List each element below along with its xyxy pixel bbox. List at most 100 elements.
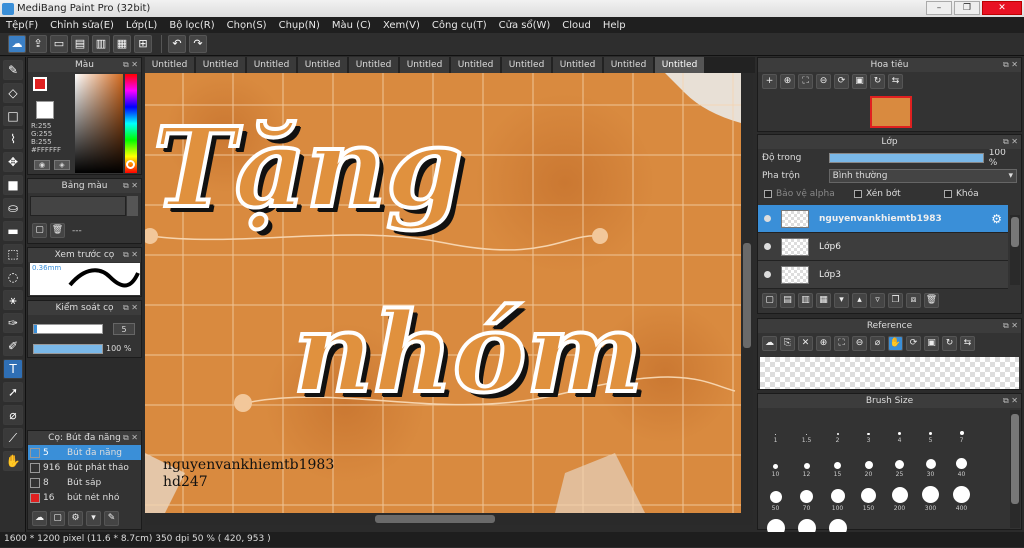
brush-size-option[interactable]: 25 [884,444,915,478]
layer-opacity-slider[interactable] [829,153,984,163]
brush-size-option[interactable]: 20 [853,444,884,478]
brush-size-option[interactable]: 150 [853,478,884,512]
gradient-tool-icon[interactable]: ▬ [3,221,23,241]
brush-size-option[interactable]: 10 [760,444,791,478]
select-pen-tool-icon[interactable]: ✑ [3,313,23,333]
hue-handle[interactable] [126,160,135,169]
panel-menu-icon[interactable]: ⧉ ✕ [1003,394,1018,408]
primary-color-swatch[interactable] [33,77,47,91]
brush-size-option[interactable]: 1 [760,410,791,444]
nav-flip-icon[interactable]: ⇆ [888,74,903,89]
brush-size-option[interactable]: 100 [822,478,853,512]
brush-settings-icon[interactable]: ⚙ [68,511,83,526]
add-brush-icon[interactable]: ☁ [32,511,47,526]
brush-edit-icon[interactable]: ✎ [104,511,119,526]
tab-untitled[interactable]: Untitled [247,57,297,73]
tab-untitled[interactable]: Untitled [400,57,450,73]
fill-rect-tool-icon[interactable]: ■ [3,175,23,195]
comment-icon[interactable]: ▭ [50,35,68,53]
brush-size-option[interactable]: 300 [915,478,946,512]
brush-size-option[interactable]: 70 [791,478,822,512]
rectangle-tool-icon[interactable]: □ [3,106,23,126]
visibility-eye-icon[interactable] [764,215,771,222]
clipping-checkbox[interactable] [854,190,862,198]
delete-palette-icon[interactable]: 🗑 [50,223,65,238]
layer-row[interactable]: Lớp6 [758,233,1008,261]
protect-alpha-checkbox[interactable] [764,190,772,198]
brush-list-item[interactable]: 16 bút nét nhỏ [28,490,141,505]
nav-reset-icon[interactable]: ↻ [870,74,885,89]
eyedropper-tool-icon[interactable]: ⌀ [3,405,23,425]
panel-menu-icon[interactable]: ⧉ ✕ [123,301,138,315]
nav-zoom-in-icon[interactable]: + [762,74,777,89]
duplicate-layer-icon[interactable]: ❐ [888,293,903,308]
merge-layer-icon[interactable]: ⧈ [906,293,921,308]
palette-scrollbar[interactable] [127,196,138,216]
menu-select[interactable]: Chọn(S) [221,20,273,31]
menu-filter[interactable]: Bộ lọc(R) [163,20,220,31]
brush-size-option[interactable]: 2 [822,410,853,444]
ref-flip-icon[interactable]: ⇆ [960,336,975,351]
saturation-value-picker[interactable] [75,74,123,173]
brush-width-slider[interactable] [33,324,103,334]
brush-size-option[interactable]: 3 [853,410,884,444]
nav-fit-icon[interactable]: ⛶ [798,74,813,89]
lock-checkbox[interactable] [944,190,952,198]
panel-menu-icon[interactable]: ⧉ ✕ [1003,319,1018,333]
brush-tool-icon[interactable]: ✎ [3,60,23,80]
brush-size-option[interactable]: 30 [915,444,946,478]
panel-menu-icon[interactable]: ⧉ ✕ [123,179,138,193]
color-option-icon[interactable]: ◉ [34,160,50,170]
nav-zoom-in-icon-2[interactable]: ⊕ [780,74,795,89]
layer-up-icon[interactable]: ▴ [852,293,867,308]
menu-window[interactable]: Cửa sổ(W) [493,20,557,31]
magic-wand-tool-icon[interactable]: ⚹ [3,290,23,310]
brush-opacity-slider[interactable] [33,344,103,354]
reference-viewer[interactable] [760,357,1019,389]
ref-cloud-icon[interactable]: ☁ [762,336,777,351]
bucket-tool-icon[interactable]: ⛀ [3,198,23,218]
brush-size-option[interactable]: 5 [915,410,946,444]
panel-menu-icon[interactable]: ⧉ ✕ [123,58,138,72]
new-1bit-layer-icon[interactable]: ▦ [816,293,831,308]
eraser-tool-icon[interactable]: ◇ [3,83,23,103]
brush-list-item[interactable]: 916 Bút phát thảo [28,460,141,475]
hand-tool-icon[interactable]: ✋ [3,451,23,471]
tab-untitled[interactable]: Untitled [298,57,348,73]
nav-zoom-out-icon[interactable]: ⊖ [816,74,831,89]
menu-color[interactable]: Màu (C) [326,20,377,31]
operation-tool-icon[interactable]: ➚ [3,382,23,402]
brush-size-option[interactable]: 4 [884,410,915,444]
ref-open-icon[interactable]: ⎘ [780,336,795,351]
lasso-tool-icon[interactable]: ◌ [3,267,23,287]
brush-size-option[interactable]: 1.5 [791,410,822,444]
nav-actual-size-icon[interactable]: ▣ [852,74,867,89]
ref-hand-icon[interactable]: ✋ [888,336,903,351]
brush-size-option[interactable]: 400 [946,478,977,512]
layer-down-icon[interactable]: ▿ [870,293,885,308]
brush-width-value[interactable]: 5 [113,323,135,335]
visibility-eye-icon[interactable] [764,271,771,278]
new-halftone-layer-icon[interactable]: ▤ [780,293,795,308]
tab-untitled[interactable]: Untitled [196,57,246,73]
canvas-horizontal-scrollbar[interactable] [145,513,753,525]
brush-size-scrollbar[interactable] [1010,410,1020,528]
ref-zoom-in-icon[interactable]: ⊕ [816,336,831,351]
grid-icon[interactable]: ⊞ [134,35,152,53]
panel-menu-icon[interactable]: ⧉ ✕ [1003,135,1018,149]
tab-untitled[interactable]: Untitled [349,57,399,73]
brush-list-item[interactable]: 5 Bút đa năng [28,445,141,460]
ref-fit-icon[interactable]: ⛶ [834,336,849,351]
brush-size-option[interactable]: 15 [822,444,853,478]
menu-cloud[interactable]: Cloud [556,20,597,31]
text-tool-icon[interactable]: T [3,359,23,379]
panel-icon[interactable]: ▦ [113,35,131,53]
menu-help[interactable]: Help [597,20,632,31]
cloud-icon[interactable]: ☁ [8,35,26,53]
divide-tool-icon[interactable]: ⟋ [3,428,23,448]
brush-size-option[interactable]: 12 [791,444,822,478]
share-icon[interactable]: ⇪ [29,35,47,53]
tab-untitled[interactable]: Untitled [553,57,603,73]
panel-menu-icon[interactable]: ⧉ ✕ [123,248,138,262]
layer-settings-gear-icon[interactable]: ⚙ [991,212,1002,226]
